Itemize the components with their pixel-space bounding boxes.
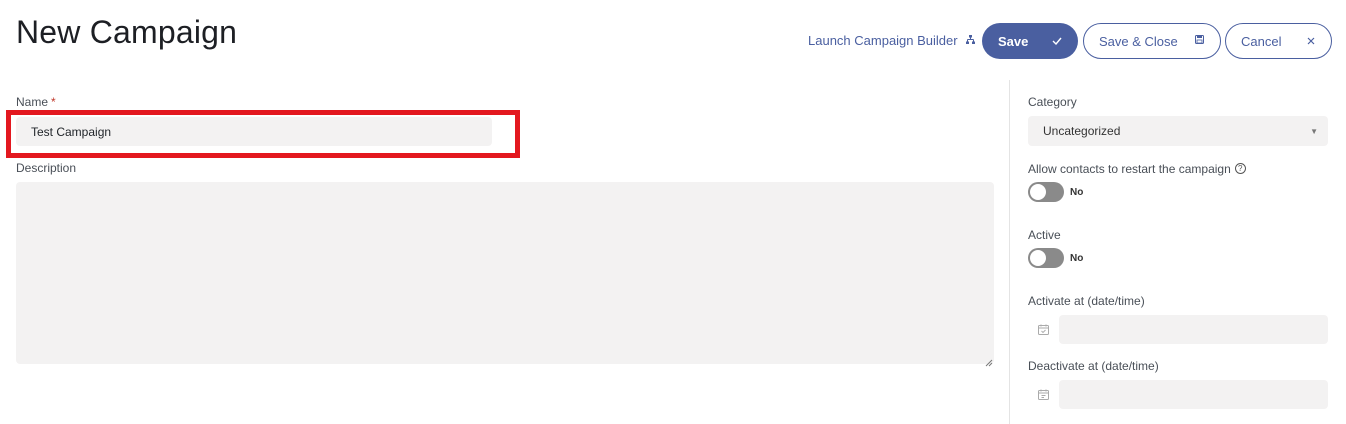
restart-toggle-text: No <box>1070 187 1084 198</box>
restart-toggle[interactable] <box>1028 182 1064 202</box>
description-textarea[interactable] <box>16 182 994 364</box>
name-label: Name * <box>16 95 56 109</box>
required-mark: * <box>51 95 56 109</box>
calendar-icon <box>1028 380 1058 409</box>
launch-campaign-builder-link[interactable]: Launch Campaign Builder <box>808 33 975 48</box>
active-toggle-text: No <box>1070 253 1084 264</box>
toggle-knob <box>1030 184 1046 200</box>
active-toggle[interactable] <box>1028 248 1064 268</box>
activate-at-input[interactable] <box>1059 315 1328 344</box>
name-label-text: Name <box>16 95 49 109</box>
deactivate-at-input[interactable] <box>1059 380 1328 409</box>
page-title: New Campaign <box>16 14 238 50</box>
cancel-button[interactable]: Cancel <box>1225 23 1332 59</box>
toggle-knob <box>1030 250 1046 266</box>
launch-campaign-builder-label: Launch Campaign Builder <box>808 33 958 48</box>
save-button[interactable]: Save <box>982 23 1078 59</box>
deactivate-at-label: Deactivate at (date/time) <box>1028 359 1159 373</box>
save-and-close-button[interactable]: Save & Close <box>1083 23 1221 59</box>
calendar-icon <box>1028 315 1058 344</box>
question-circle-icon[interactable]: ? <box>1234 163 1246 175</box>
description-label: Description <box>16 161 77 175</box>
category-select-value: Uncategorized <box>1043 124 1121 138</box>
restart-label-text: Allow contacts to restart the campaign <box>1028 162 1231 176</box>
floppy-disk-icon <box>1195 35 1204 47</box>
check-icon <box>1052 34 1062 48</box>
restart-label: Allow contacts to restart the campaign? <box>1028 162 1246 176</box>
save-button-label: Save <box>998 33 1029 49</box>
sitemap-icon <box>965 34 975 47</box>
save-and-close-label: Save & Close <box>1099 33 1178 49</box>
highlight-box <box>6 110 520 158</box>
caret-down-icon: ▼ <box>1310 126 1318 136</box>
panel-divider <box>1009 80 1010 424</box>
resize-handle-icon[interactable] <box>984 354 993 367</box>
category-label: Category <box>1028 95 1077 109</box>
close-icon <box>1307 34 1315 48</box>
cancel-label: Cancel <box>1241 33 1282 49</box>
active-label: Active <box>1028 228 1061 242</box>
activate-at-label: Activate at (date/time) <box>1028 294 1145 308</box>
category-select[interactable]: Uncategorized ▼ <box>1028 116 1328 146</box>
